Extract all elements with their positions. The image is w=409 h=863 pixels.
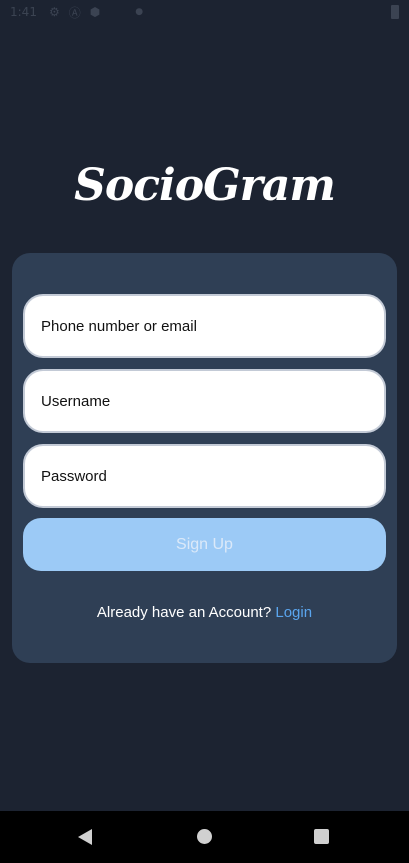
navigation-bar bbox=[0, 811, 409, 863]
dot-icon: ● bbox=[135, 7, 144, 17]
app-logo: SocioGram bbox=[74, 160, 336, 211]
password-field[interactable]: Password bbox=[23, 444, 386, 508]
settings-icon: ⚙ bbox=[48, 5, 60, 19]
signup-button[interactable]: Sign Up bbox=[23, 518, 386, 571]
phone-email-field[interactable]: Phone number or email bbox=[23, 294, 386, 358]
back-icon[interactable] bbox=[78, 829, 92, 845]
status-time: 1:41 bbox=[10, 5, 37, 19]
recents-icon[interactable] bbox=[314, 829, 329, 844]
a-icon: Ⓐ bbox=[68, 5, 81, 20]
login-link[interactable]: Login bbox=[275, 604, 312, 621]
home-icon[interactable] bbox=[197, 829, 212, 844]
username-field[interactable]: Username bbox=[23, 369, 386, 433]
battery-icon bbox=[391, 5, 399, 19]
signup-card: Phone number or email Username Password … bbox=[12, 253, 397, 663]
signup-screen: 1:41 ⚙ Ⓐ ⬢ ● SocioGram Phone number or e… bbox=[0, 0, 409, 863]
login-prompt-text: Already have an Account? bbox=[96, 604, 272, 621]
login-prompt-row: Already have an Account? Login bbox=[12, 604, 397, 621]
shield-icon: ⬢ bbox=[89, 5, 101, 19]
status-bar: 1:41 ⚙ Ⓐ ⬢ ● bbox=[0, 0, 409, 24]
